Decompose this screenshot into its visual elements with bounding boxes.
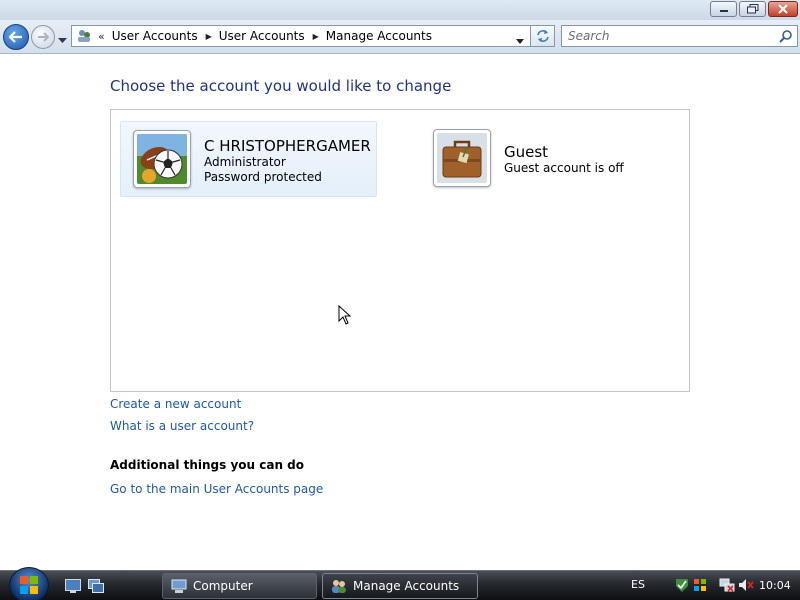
search-box[interactable]: Search [561,25,798,47]
what-is-user-account-link[interactable]: What is a user account? [110,419,254,433]
sports-balls-icon [137,134,187,184]
breadcrumb-separator-icon[interactable]: ▶ [313,32,319,41]
window-titlebar [0,0,800,20]
taskbar: Computer Manage Accounts ES 10:04 [0,567,800,600]
additional-things-heading: Additional things you can do [110,458,305,472]
account-tile-christophergamer[interactable]: C HRISTOPHERGAMER Administrator Password… [120,121,377,197]
account-password-status: Password protected [204,170,322,184]
recent-pages-dropdown[interactable] [58,33,67,47]
taskbar-button-manage-accounts[interactable]: Manage Accounts [322,573,478,599]
restore-icon [746,4,758,14]
network-icon[interactable] [719,577,735,593]
accounts-list: C HRISTOPHERGAMER Administrator Password… [110,109,690,392]
breadcrumb-user-accounts-parent[interactable]: User Accounts [112,29,198,43]
avatar [433,129,491,187]
clock[interactable]: 10:04 [759,579,791,592]
account-tile-guest[interactable]: Guest Guest account is off [421,121,661,197]
close-icon [778,4,788,14]
minimize-button[interactable] [710,1,737,17]
users-icon [331,578,347,594]
chevron-down-icon [516,39,524,44]
start-button[interactable] [9,567,49,600]
minimize-icon [719,10,728,12]
taskbar-button-computer[interactable]: Computer [162,573,317,599]
refresh-button[interactable] [530,25,555,47]
windows-update-icon[interactable] [692,577,708,593]
search-icon[interactable] [779,29,793,46]
taskbar-button-label: Computer [193,579,253,593]
account-name: C HRISTOPHERGAMER [204,137,371,155]
breadcrumb-manage-accounts[interactable]: Manage Accounts [326,29,432,43]
volume-muted-icon[interactable] [738,577,754,593]
windows-logo-icon [20,576,38,594]
account-status: Guest account is off [504,161,624,175]
computer-icon [171,578,187,594]
breadcrumb-overflow[interactable]: « [98,30,105,43]
address-history-dropdown[interactable] [516,33,524,47]
taskbar-button-label: Manage Accounts [353,579,460,593]
account-name: Guest [504,143,549,161]
back-button[interactable] [3,24,29,50]
breadcrumb-separator-icon[interactable]: ▶ [206,32,212,41]
account-details: C HRISTOPHERGAMER Administrator Password… [204,137,371,185]
main-user-accounts-page-link[interactable]: Go to the main User Accounts page [110,482,323,496]
arrow-left-icon [9,31,22,43]
chevron-down-icon [58,38,67,43]
security-center-icon[interactable] [674,577,690,593]
window-controls [708,1,798,17]
forward-button[interactable] [31,25,55,49]
control-panel-icon [76,28,92,44]
refresh-icon [536,30,549,42]
breadcrumb-user-accounts[interactable]: User Accounts [219,29,305,43]
close-button[interactable] [768,1,798,17]
suitcase-icon [437,133,487,183]
avatar [133,130,191,188]
account-details: Guest Guest account is off [504,143,624,176]
address-bar[interactable]: « User Accounts ▶ User Accounts ▶ Manage… [71,25,531,47]
mouse-cursor-icon [338,304,352,328]
account-type: Administrator [204,155,286,169]
language-indicator[interactable]: ES [631,578,645,591]
page-title: Choose the account you would like to cha… [110,77,452,95]
search-input[interactable]: Search [568,29,610,43]
navigation-bar: « User Accounts ▶ User Accounts ▶ Manage… [0,20,800,54]
show-desktop-icon[interactable] [65,579,81,593]
create-new-account-link[interactable]: Create a new account [110,397,241,411]
maximize-button[interactable] [739,1,766,17]
arrow-right-icon [38,32,49,42]
switch-windows-icon[interactable] [88,579,104,593]
